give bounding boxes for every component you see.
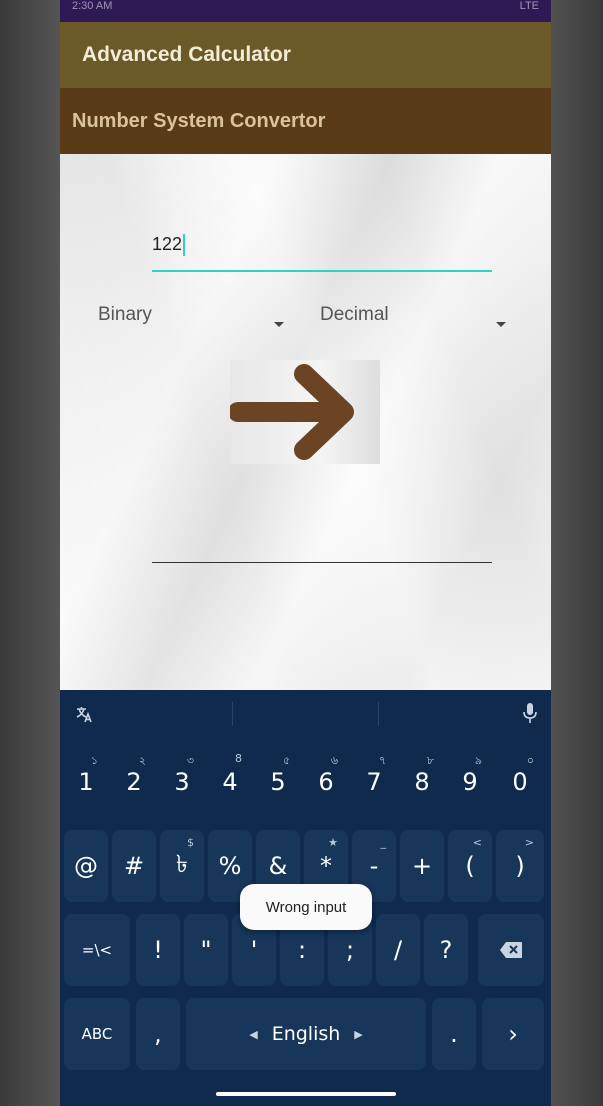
key-4[interactable]: 84	[208, 746, 252, 818]
key-taka[interactable]: $ ৳	[160, 830, 204, 902]
toolbar-divider	[378, 702, 379, 726]
key-symbols-page[interactable]: =\<	[64, 914, 130, 986]
toast-message: Wrong input	[240, 884, 372, 930]
home-indicator[interactable]	[216, 1092, 396, 1096]
right-arrow-icon	[228, 364, 354, 460]
convert-button[interactable]	[228, 360, 380, 464]
navigation-bar	[60, 1086, 551, 1106]
app-bar: Advanced Calculator	[60, 22, 551, 88]
result-output-underline	[152, 562, 492, 563]
key-5[interactable]: ৫5	[256, 746, 300, 818]
space-key-label: English	[271, 1023, 341, 1045]
key-9[interactable]: ৯9	[448, 746, 492, 818]
to-base-label: Decimal	[320, 304, 389, 325]
to-base-dropdown-icon[interactable]	[496, 322, 506, 327]
number-input-underline	[152, 270, 492, 272]
status-bar: 2:30 AM LTE	[60, 0, 551, 22]
from-base-dropdown-icon[interactable]	[274, 322, 284, 327]
key-comma[interactable]: ,	[136, 998, 180, 1070]
section-title: Number System Convertor	[72, 109, 326, 132]
phone-screen: 2:30 AM LTE Advanced Calculator Number S…	[60, 0, 551, 1106]
converter-panel: 122 Binary Decimal	[60, 154, 551, 690]
key-exclamation[interactable]: !	[136, 914, 180, 986]
key-period[interactable]: .	[432, 998, 476, 1070]
toolbar-divider	[232, 702, 233, 726]
status-time: 2:30 AM	[72, 0, 113, 12]
backspace-icon	[500, 942, 522, 958]
key-plus[interactable]: +	[400, 830, 444, 902]
key-hash[interactable]: #	[112, 830, 156, 902]
section-bar: Number System Convertor	[60, 88, 551, 154]
toast-text: Wrong input	[265, 898, 347, 916]
chevron-right-icon: ›	[508, 1020, 518, 1048]
key-7[interactable]: ৭7	[352, 746, 396, 818]
language-left-icon: ◀	[249, 1027, 258, 1041]
language-right-icon: ▶	[354, 1027, 363, 1041]
key-slash[interactable]: /	[376, 914, 420, 986]
from-base-spinner[interactable]: Binary	[98, 304, 152, 326]
key-open-paren[interactable]: <(	[448, 830, 492, 902]
app-title: Advanced Calculator	[82, 43, 291, 66]
microphone-icon[interactable]	[522, 702, 538, 724]
key-2[interactable]: ২2	[112, 746, 156, 818]
status-network: LTE	[519, 0, 539, 12]
key-1[interactable]: ১1	[64, 746, 108, 818]
key-3[interactable]: ৩3	[160, 746, 204, 818]
key-8[interactable]: ৮8	[400, 746, 444, 818]
space-key[interactable]: ◀ English ▶	[186, 998, 426, 1070]
number-input-value: 122	[152, 234, 183, 254]
key-question[interactable]: ?	[424, 914, 468, 986]
to-base-spinner[interactable]: Decimal	[320, 304, 389, 326]
key-6[interactable]: ৬6	[304, 746, 348, 818]
backspace-key[interactable]	[478, 914, 544, 986]
key-0[interactable]: ০0	[496, 746, 544, 818]
enter-key[interactable]: ›	[482, 998, 544, 1070]
translate-icon[interactable]	[74, 704, 94, 724]
number-input[interactable]: 122	[152, 234, 186, 257]
key-close-paren[interactable]: >)	[496, 830, 544, 902]
text-caret	[183, 234, 186, 257]
abc-key[interactable]: ABC	[64, 998, 130, 1070]
key-at[interactable]: @	[64, 830, 108, 902]
keyboard-toolbar	[60, 690, 551, 738]
from-base-label: Binary	[98, 304, 152, 325]
key-double-quote[interactable]: "	[184, 914, 228, 986]
